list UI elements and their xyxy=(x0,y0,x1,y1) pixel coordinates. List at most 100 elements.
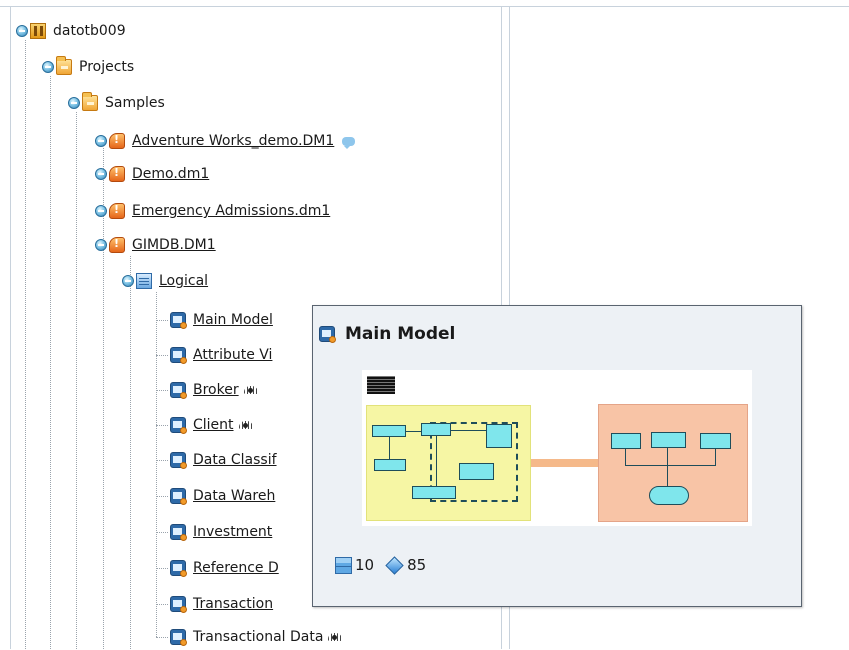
tree-guide-line xyxy=(130,256,131,649)
thumbnail-entity xyxy=(374,459,406,471)
tree-node-label[interactable]: Investment xyxy=(193,524,272,540)
tree-node-label: Samples xyxy=(105,95,165,111)
thumbnail-wire xyxy=(406,431,421,432)
collapse-toggle-icon[interactable] xyxy=(95,239,107,251)
diagram-icon xyxy=(170,452,187,469)
tree-node-label[interactable]: Demo.dm1 xyxy=(132,166,209,182)
thumbnail-wire xyxy=(625,465,716,466)
tree-node-label[interactable]: Adventure Works_demo.DM1 xyxy=(132,133,334,149)
tree-branch-line xyxy=(156,637,168,638)
diagram-icon xyxy=(319,326,336,343)
tree-node-model[interactable]: Adventure Works_demo.DM1 xyxy=(95,128,356,154)
tree-guide-line xyxy=(156,292,157,637)
thumbnail-wire xyxy=(436,436,437,486)
tree-node-model[interactable]: Demo.dm1 xyxy=(95,161,209,187)
tree-node-label[interactable]: Logical xyxy=(159,273,208,289)
tree-node-submodel[interactable]: Data Classif xyxy=(170,447,277,473)
tree-branch-line xyxy=(156,460,168,461)
model-icon xyxy=(109,203,125,219)
collapse-toggle-icon[interactable] xyxy=(16,25,28,37)
thumbnail-entity xyxy=(412,486,456,499)
tree-branch-line xyxy=(156,390,168,391)
tree-node-submodel[interactable]: Data Wareh xyxy=(170,483,275,509)
diagram-icon xyxy=(170,524,187,541)
folder-icon xyxy=(82,92,98,111)
tree-node-label[interactable]: Attribute Vi xyxy=(193,347,272,363)
entity-count: 10 xyxy=(355,556,375,574)
thumbnail-entity xyxy=(486,424,512,448)
collapse-toggle-icon[interactable] xyxy=(95,205,107,217)
tree-guide-line xyxy=(25,40,26,649)
thumbnail-entity xyxy=(611,433,641,449)
eye-icon xyxy=(243,386,258,394)
comment-icon[interactable] xyxy=(342,136,356,149)
tree-node-submodel[interactable]: Broker xyxy=(170,377,258,403)
tree-node-submodel[interactable]: Investment xyxy=(170,519,272,545)
tree-branch-line xyxy=(156,532,168,533)
tree-node-label[interactable]: Broker xyxy=(193,382,239,398)
thumbnail-entity xyxy=(459,463,494,480)
thumbnail-entity xyxy=(651,432,686,448)
diagram-icon xyxy=(170,312,187,329)
tree-node-submodel[interactable]: Transactional Data xyxy=(170,624,343,650)
tree-branch-line xyxy=(156,496,168,497)
folder-icon xyxy=(56,56,72,75)
tree-node-label: Projects xyxy=(79,59,135,75)
tree-node-label[interactable]: GIMDB.DM1 xyxy=(132,237,216,253)
tree-node-label[interactable]: Main Model xyxy=(193,312,273,328)
collapse-toggle-icon[interactable] xyxy=(122,275,134,287)
model-preview-popup: Main Model 10 85 xyxy=(312,305,802,607)
tree-node-submodel[interactable]: Reference D xyxy=(170,555,279,581)
diagram-icon xyxy=(170,560,187,577)
diagram-icon xyxy=(170,596,187,613)
tree-branch-line xyxy=(156,355,168,356)
collapse-toggle-icon[interactable] xyxy=(95,168,107,180)
collapse-toggle-icon[interactable] xyxy=(95,135,107,147)
tree-node-samples[interactable]: Samples xyxy=(68,90,165,116)
tree-node-model[interactable]: GIMDB.DM1 xyxy=(95,232,216,258)
tree-node-submodel[interactable]: Main Model xyxy=(170,307,273,333)
thumbnail-entity xyxy=(700,433,731,449)
diagram-icon xyxy=(170,417,187,434)
popup-header: Main Model xyxy=(319,324,455,344)
logical-model-icon xyxy=(136,273,152,289)
collapse-toggle-icon[interactable] xyxy=(42,61,54,73)
diagram-icon xyxy=(170,347,187,364)
thumbnail-entity xyxy=(421,423,451,436)
thumbnail-entity xyxy=(372,425,406,437)
tree-node-label[interactable]: Emergency Admissions.dm1 xyxy=(132,203,330,219)
tree-node-logical[interactable]: Logical xyxy=(122,268,208,294)
tree-node-submodel[interactable]: Client xyxy=(170,412,253,438)
tree-node-server[interactable]: datotb009 xyxy=(16,18,126,44)
popup-title: Main Model xyxy=(345,324,456,344)
entity-count-icon xyxy=(335,556,352,574)
collapse-toggle-icon[interactable] xyxy=(68,97,80,109)
tree-branch-line xyxy=(156,425,168,426)
tree-node-label[interactable]: Transactional Data xyxy=(193,629,323,645)
tree-node-label[interactable]: Client xyxy=(193,417,234,433)
model-stats: 10 85 xyxy=(335,555,426,575)
tree-node-projects[interactable]: Projects xyxy=(42,54,134,80)
eye-icon xyxy=(238,421,253,429)
thumbnail-wire xyxy=(625,449,626,465)
tree-node-submodel[interactable]: Transaction xyxy=(170,591,273,617)
thumbnail-wire xyxy=(451,430,486,431)
thumbnail-legend xyxy=(367,376,395,394)
tree-node-submodel[interactable]: Attribute Vi xyxy=(170,342,272,368)
tree-node-label[interactable]: Data Classif xyxy=(193,452,277,468)
tree-node-label[interactable]: Data Wareh xyxy=(193,488,275,504)
model-icon xyxy=(109,133,125,149)
diagram-icon xyxy=(170,488,187,505)
thumbnail-wire xyxy=(667,448,668,486)
model-icon xyxy=(109,237,125,253)
eye-icon xyxy=(328,633,343,641)
tree-node-label[interactable]: Reference D xyxy=(193,560,279,576)
tree-branch-line xyxy=(156,604,168,605)
tree-node-model[interactable]: Emergency Admissions.dm1 xyxy=(95,198,330,224)
thumbnail-wire xyxy=(389,437,390,459)
tree-branch-line xyxy=(156,320,168,321)
diagram-thumbnail[interactable] xyxy=(362,370,752,526)
tree-guide-line xyxy=(50,76,51,649)
tree-node-label[interactable]: Transaction xyxy=(193,596,273,612)
diagram-icon xyxy=(170,629,187,646)
